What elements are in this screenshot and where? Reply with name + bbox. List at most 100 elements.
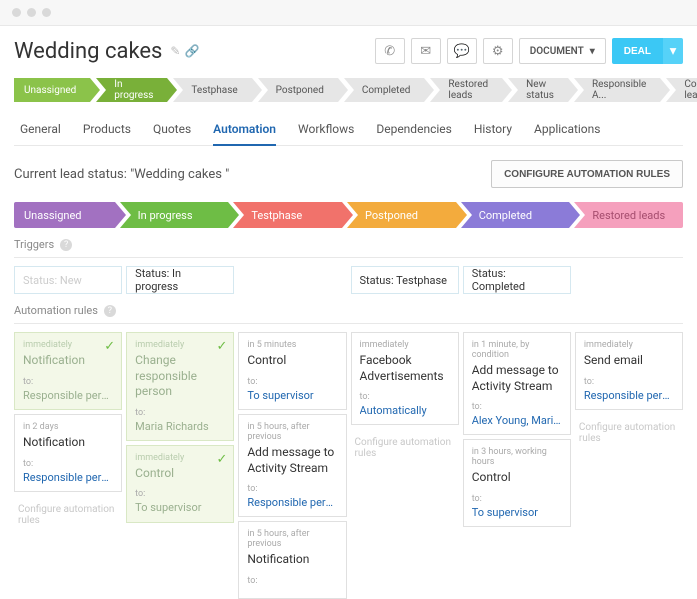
tab-applications[interactable]: Applications [534, 114, 600, 146]
automation-card[interactable]: in 5 hours, after previousNotificationto… [238, 521, 346, 599]
card-timing: immediately [135, 340, 225, 350]
chat-button[interactable]: 💬 [447, 38, 477, 64]
header: Wedding cakes ✎ 🔗 ✆ ✉ 💬 ⚙ DOCUMENT ▾ DEA… [14, 38, 683, 64]
card-title: Notification [247, 552, 337, 568]
card-title: Notification [23, 435, 113, 451]
tab-quotes[interactable]: Quotes [153, 114, 191, 146]
page-title: Wedding cakes ✎ 🔗 [14, 39, 199, 64]
document-button-label: DOCUMENT [530, 46, 584, 57]
trigger-box[interactable]: Status: In progress [126, 266, 234, 294]
automation-card[interactable]: in 2 days Notification to: Responsible pers… [14, 414, 122, 492]
configure-rules-ghost[interactable]: Configure automation rules [14, 496, 122, 534]
check-icon: ✓ [104, 339, 115, 354]
card-to-value: Responsible person [23, 471, 113, 484]
help-icon[interactable]: ? [104, 305, 116, 317]
card-timing: immediately [23, 340, 113, 350]
card-title: Control [247, 353, 337, 369]
page-title-text: Wedding cakes [14, 39, 162, 64]
card-title: Add message to Activity Stream [472, 363, 562, 394]
automation-card[interactable]: in 5 minutesControlto:To supervisor [238, 332, 346, 410]
tab-dependencies[interactable]: Dependencies [376, 114, 451, 146]
tab-automation[interactable]: Automation [213, 114, 276, 146]
stage-chip[interactable]: Completed [344, 78, 425, 102]
settings-button[interactable]: ⚙ [483, 38, 513, 64]
triggers-row: Status: NewStatus: In progress Status: Te… [14, 266, 683, 294]
status-text: Current lead status: "Wedding cakes " [14, 167, 229, 182]
automation-card[interactable]: ✓immediatelyNotificationto:Responsible p… [14, 332, 122, 410]
stage-chip[interactable]: Testphase [173, 78, 251, 102]
card-to-label: to: [135, 489, 225, 499]
stage-chip[interactable]: Restored leads [430, 78, 502, 102]
stage-chip[interactable]: Unassigned [14, 78, 90, 102]
automation-stage[interactable]: Completed [461, 202, 570, 228]
automation-stage[interactable]: Unassigned [14, 202, 115, 228]
rules-section-label: Automation rules ? [14, 304, 683, 317]
automation-card[interactable]: ✓immediatelyControlto:To supervisor [126, 445, 234, 523]
card-title: Change responsible person [135, 353, 225, 400]
stage-chip[interactable]: Complete lead [666, 78, 697, 102]
automation-card[interactable]: ✓immediatelyChange responsible personto:… [126, 332, 234, 441]
automation-stage[interactable]: In progress [120, 202, 229, 228]
card-to-label: to: [472, 494, 562, 504]
card-timing: in 2 days [23, 422, 113, 432]
configure-rules-ghost[interactable]: Configure automation rules [575, 414, 683, 452]
card-timing: in 5 hours, after previous [247, 529, 337, 549]
automation-stage[interactable]: Testphase [233, 202, 342, 228]
tab-products[interactable]: Products [83, 114, 131, 146]
automation-stage[interactable]: Restored leads [574, 202, 683, 228]
card-title: Control [135, 466, 225, 482]
lead-stage-bar: UnassignedIn progressTestphase PostponedC… [14, 78, 683, 102]
deal-dropdown[interactable]: ▾ [663, 38, 683, 64]
card-timing: in 5 minutes [247, 340, 337, 350]
stage-chip[interactable]: Postponed [258, 78, 338, 102]
automation-card[interactable]: immediatelyFacebook Advertisementsto:Aut… [351, 332, 459, 425]
trigger-box[interactable]: Status: Testphase [351, 266, 459, 294]
card-timing: in 3 hours, working hours [472, 447, 562, 467]
tab-workflows[interactable]: Workflows [298, 114, 354, 146]
help-icon[interactable]: ? [60, 239, 72, 251]
automation-card[interactable]: in 5 hours, after previousAdd message to… [238, 414, 346, 517]
trigger-box[interactable]: Status: Completed [463, 266, 571, 294]
card-timing: in 5 hours, after previous [247, 422, 337, 442]
card-title: Send email [584, 353, 674, 369]
tab-history[interactable]: History [474, 114, 512, 146]
phone-button[interactable]: ✆ [375, 38, 405, 64]
window-controls [0, 0, 697, 26]
card-to-value: Responsible person [584, 389, 674, 402]
card-timing: in 1 minute, by condition [472, 340, 562, 360]
triggers-section-label: Triggers ? [14, 238, 683, 251]
card-title: Control [472, 470, 562, 486]
tabs: General Products Quotes Automation Workflows… [14, 114, 683, 146]
card-to-label: to: [247, 484, 337, 494]
stage-chip[interactable]: New status [508, 78, 568, 102]
card-to-value: To supervisor [247, 389, 337, 402]
mail-button[interactable]: ✉ [411, 38, 441, 64]
card-to-label: to: [584, 377, 674, 387]
card-to-label: to: [472, 402, 562, 412]
stage-chip[interactable]: Responsible A... [574, 78, 660, 102]
automation-stage-bar: UnassignedIn progressTestphasePostponedC… [14, 202, 683, 228]
document-button[interactable]: DOCUMENT ▾ [519, 38, 606, 64]
automation-card[interactable]: in 1 minute, by condition Add message to … [463, 332, 571, 435]
check-icon: ✓ [216, 452, 227, 467]
edit-icon[interactable]: ✎ [170, 44, 180, 58]
card-to-value: Maria Richards [135, 420, 225, 433]
stage-chip[interactable]: In progress [96, 78, 167, 102]
card-to-label: to: [360, 392, 450, 402]
automation-stage[interactable]: Postponed [347, 202, 456, 228]
trigger-box[interactable]: Status: New [14, 266, 122, 294]
tab-general[interactable]: General [20, 114, 61, 146]
configure-rules-ghost[interactable]: Configure automation rules [351, 429, 459, 467]
automation-card[interactable]: in 3 hours, working hoursControlto:To su… [463, 439, 571, 527]
configure-rules-button[interactable]: CONFIGURE AUTOMATION RULES [491, 160, 683, 188]
card-title: Facebook Advertisements [360, 353, 450, 384]
check-icon: ✓ [216, 339, 227, 354]
link-icon[interactable]: 🔗 [184, 44, 199, 58]
chevron-down-icon: ▾ [590, 46, 595, 57]
deal-button[interactable]: DEAL [612, 38, 663, 64]
card-timing: immediately [360, 340, 450, 350]
card-to-label: to: [23, 459, 113, 469]
card-to-value: Responsible person [247, 496, 337, 509]
card-to-value: To supervisor [135, 501, 225, 514]
automation-card[interactable]: immediatelySend emailto:Responsible pers… [575, 332, 683, 410]
